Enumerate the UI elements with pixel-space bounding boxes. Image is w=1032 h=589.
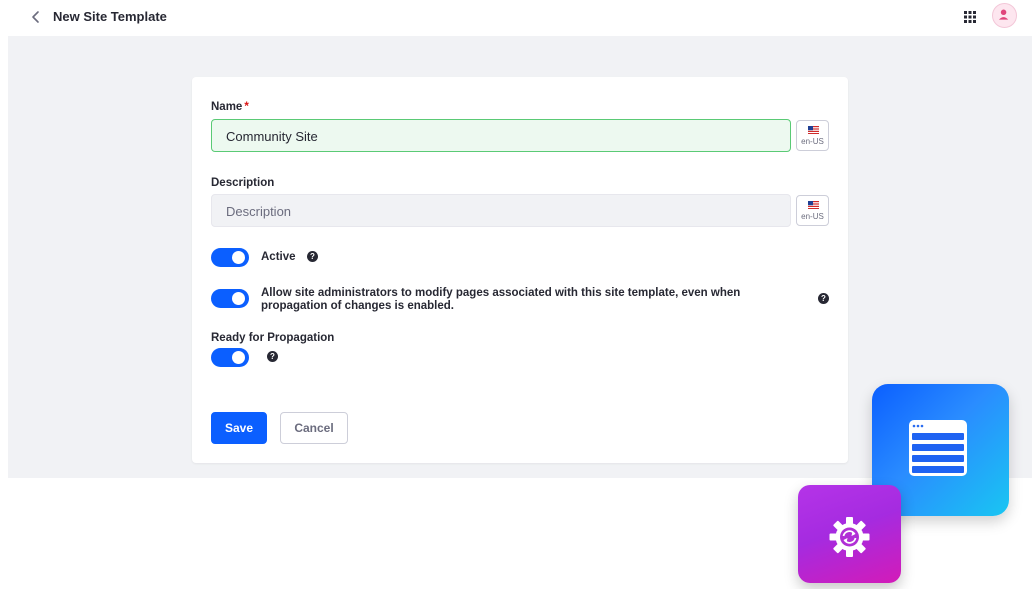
propagation-label: Ready for Propagation xyxy=(211,332,335,344)
us-flag-icon xyxy=(808,201,819,209)
chevron-left-icon[interactable] xyxy=(28,9,44,25)
question-circle-icon[interactable]: ? xyxy=(307,251,318,262)
required-mark: * xyxy=(244,101,249,113)
settings-tile xyxy=(798,485,901,583)
gear-sync-icon xyxy=(829,517,870,557)
description-label: Description xyxy=(211,177,275,189)
toggle-knob xyxy=(232,292,245,305)
description-locale-button[interactable]: en-US xyxy=(796,195,829,226)
allow-modify-toggle[interactable] xyxy=(211,289,249,308)
us-flag-icon xyxy=(808,126,819,134)
allow-modify-label: Allow site administrators to modify page… xyxy=(261,287,781,312)
user-avatar[interactable] xyxy=(992,3,1017,28)
user-avatar-icon xyxy=(998,9,1009,20)
page-title: New Site Template xyxy=(53,9,167,24)
name-locale-button[interactable]: en-US xyxy=(796,120,829,151)
propagation-toggle[interactable] xyxy=(211,348,249,367)
name-locale-code: en-US xyxy=(801,137,824,146)
toggle-knob xyxy=(232,351,245,364)
active-toggle[interactable] xyxy=(211,248,249,267)
form-card: Name * Community Site en-US Description D… xyxy=(192,77,848,463)
top-bar: New Site Template xyxy=(0,0,1032,36)
save-button[interactable]: Save xyxy=(211,412,267,444)
name-field[interactable]: Community Site xyxy=(211,119,791,152)
apps-grid-icon[interactable] xyxy=(962,9,978,25)
question-circle-icon[interactable]: ? xyxy=(818,293,829,304)
active-label: Active xyxy=(261,251,296,263)
description-field[interactable]: Description xyxy=(211,194,791,227)
question-circle-icon[interactable]: ? xyxy=(267,351,278,362)
cancel-button[interactable]: Cancel xyxy=(280,412,348,444)
description-locale-code: en-US xyxy=(801,212,824,221)
allow-modify-label-line2: propagation of changes is enabled. xyxy=(261,299,454,312)
allow-modify-label-line1: Allow site administrators to modify page… xyxy=(261,287,741,299)
name-label: Name * xyxy=(211,101,249,113)
toggle-knob xyxy=(232,251,245,264)
